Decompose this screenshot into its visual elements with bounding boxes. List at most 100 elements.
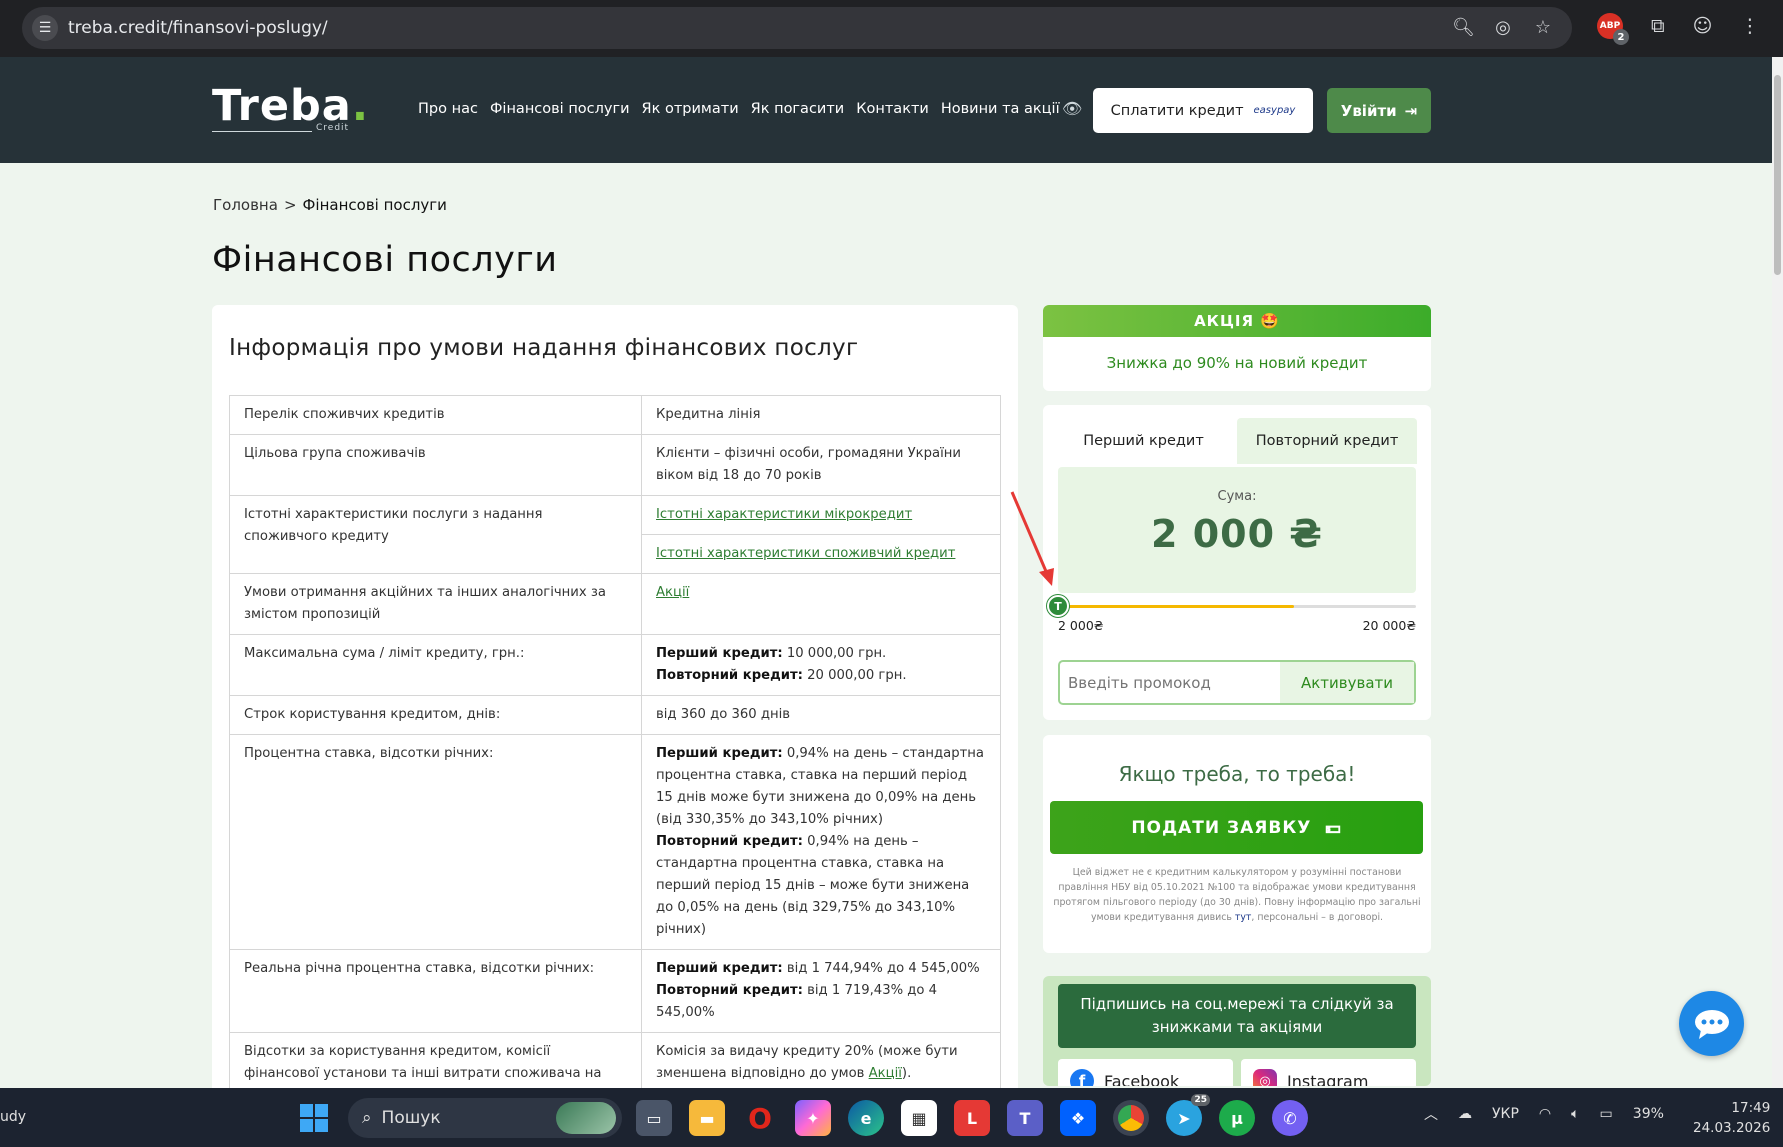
table-row: Істотні характеристики послуги з надання… [229,495,1001,574]
breadcrumb: Головна > Фінансові послуги [213,196,447,214]
logo-underline [212,131,312,132]
facebook-button[interactable]: f Facebook [1058,1059,1233,1086]
edge-icon[interactable]: e [848,1100,884,1136]
nav-financial-services[interactable]: Фінансові послуги [490,101,630,117]
app-l-icon[interactable]: L [954,1100,990,1136]
promotions-link[interactable]: Акції [656,585,689,600]
telegram-badge: 25 [1191,1094,1210,1106]
search-highlight-image [556,1102,616,1134]
activate-promocode-button[interactable]: Активувати [1280,662,1414,703]
login-button[interactable]: Увійти ⇥ [1327,88,1431,133]
telegram-icon[interactable]: ➤ 25 [1166,1094,1210,1136]
taskbar-weather-text[interactable]: udy [0,1109,26,1125]
taskbar-search[interactable]: ⌕ Пошук [348,1098,622,1138]
nav-how-to-repay[interactable]: Як погасити [751,101,845,117]
task-view-icon[interactable]: ▭ [636,1100,672,1136]
utorrent-icon[interactable]: µ [1219,1100,1255,1136]
promo-text: Знижка до 90% на новий кредит [1106,354,1368,372]
cash-icon: 💵︎ [1325,817,1342,838]
amount-display: Сума: 2 000 ₴ [1058,467,1416,593]
logo-subtitle: Credit [316,123,350,133]
extensions-puzzle-icon[interactable]: ⧉ [1651,15,1665,37]
consumer-credit-characteristics-link[interactable]: Істотні характеристики споживчий кредит [656,546,955,561]
menu-kebab-icon[interactable]: ⋮ [1740,15,1759,37]
social-heading: Підпишись на соц.мережі та слідкуй за зн… [1058,984,1416,1048]
table-row: Реальна річна процентна ставка, відсотки… [229,949,1001,1033]
opera-icon[interactable]: O [742,1100,778,1136]
accessibility-eye-icon[interactable]: 👁︎ [1062,99,1082,118]
commission-promotions-link[interactable]: Акції [869,1066,902,1081]
page-title: Фінансові послуги [212,240,558,280]
table-row: Процентна ставка, відсотки річних: Перши… [229,734,1001,950]
slider-min-label: 2 000₴ [1058,618,1104,633]
file-explorer-icon[interactable]: ▬ [689,1100,725,1136]
scroll-thumb[interactable] [1774,75,1781,275]
slogan: Якщо треба, то треба! [1118,762,1356,786]
windows-taskbar: udy ⌕ Пошук ▭ ▬ O ✦ e ▦ L T ❖ ➤ 25 µ ✆ ︿ … [0,1088,1783,1147]
amount-slider[interactable]: T [1047,595,1416,617]
instagram-icon: ◎ [1253,1069,1277,1086]
microsoft-store-icon[interactable]: ▦ [901,1100,937,1136]
info-title: Інформація про умови надання фінансових … [229,335,859,361]
table-row: Строк користування кредитом, днів: від 3… [229,695,1001,735]
url-text[interactable]: treba.credit/finansovi-poslugy/ [68,18,328,38]
info-card: Інформація про умови надання фінансових … [212,305,1018,1147]
nav-news[interactable]: Новини та акції [941,101,1060,117]
copilot-icon[interactable]: ✦ [795,1100,831,1136]
promocode-input[interactable] [1060,662,1280,703]
amount-value: 2 000 ₴ [1151,512,1323,556]
easypay-logo: easypay [1253,105,1296,116]
nav-contacts[interactable]: Контакти [856,101,929,117]
page-scrollbar[interactable] [1772,57,1783,1088]
promo-card: АКЦІЯ 🤩 Знижка до 90% на новий кредит [1043,305,1431,391]
microcredit-characteristics-link[interactable]: Істотні характеристики мікрокредит [656,507,912,522]
apply-button[interactable]: ПОДАТИ ЗАЯВКУ 💵︎ [1050,801,1423,854]
chat-widget-button[interactable] [1679,991,1744,1056]
annotation-arrow-icon [1010,491,1054,586]
table-row: Умови отримання акційних та інших аналог… [229,573,1001,635]
taskbar-clock[interactable]: 17:49 24.03.2026 [1693,1098,1770,1138]
star-icon[interactable]: ☆ [1532,17,1554,38]
dropbox-icon[interactable]: ❖ [1060,1100,1096,1136]
apply-card: Якщо треба, то треба! ПОДАТИ ЗАЯВКУ 💵︎ Ц… [1043,735,1431,953]
teams-icon[interactable]: T [1007,1100,1043,1136]
breadcrumb-home[interactable]: Головна [213,196,278,214]
facebook-icon: f [1070,1069,1094,1086]
battery-icon[interactable]: ▭ [1600,1106,1613,1122]
search-icon: ⌕ [362,1108,372,1128]
windows-start-icon[interactable] [300,1104,328,1132]
tray-chevron-icon[interactable]: ︿ [1424,1104,1438,1124]
profile-icon[interactable]: ☺ [1693,15,1713,37]
social-card: Підпишись на соц.мережі та слідкуй за зн… [1043,976,1431,1086]
table-row: Максимальна сума / ліміт кредиту, грн.: … [229,634,1001,696]
viber-icon[interactable]: ✆ [1272,1100,1308,1136]
main-nav: Про нас Фінансові послуги Як отримати Як… [418,101,1060,117]
site-info-icon[interactable]: ☰ [32,15,58,41]
eye-off-icon[interactable]: ◎ [1492,17,1514,38]
breadcrumb-current: Фінансові послуги [302,196,447,214]
wifi-icon[interactable]: ◠ [1539,1106,1551,1122]
zoom-icon[interactable]: 🔍︎ [1452,17,1475,38]
volume-icon[interactable]: 🔈︎ [1571,1106,1579,1122]
instagram-button[interactable]: ◎ Instagram [1241,1059,1416,1086]
chrome-icon[interactable] [1113,1100,1149,1136]
nav-how-to-get[interactable]: Як отримати [642,101,739,117]
slider-thumb[interactable]: T [1047,595,1069,617]
disclaimer-link[interactable]: тут [1235,912,1251,923]
slider-max-label: 20 000₴ [1362,618,1416,633]
tab-repeat-credit[interactable]: Повторний кредит [1237,418,1417,464]
adblock-extension-icon[interactable]: ABP 2 [1597,13,1629,45]
tab-first-credit[interactable]: Перший кредит [1056,418,1231,464]
nav-about[interactable]: Про нас [418,101,478,117]
promo-heading: АКЦІЯ 🤩 [1043,305,1431,337]
slider-fill [1058,605,1294,608]
pay-credit-button[interactable]: Сплатити кредит easypay [1093,88,1313,133]
table-row: Перелік споживчих кредитів Кредитна ліні… [229,395,1001,435]
extension-count-badge: 2 [1613,29,1629,45]
promocode-row: Активувати [1058,660,1416,705]
onedrive-icon[interactable]: ☁ [1458,1106,1472,1122]
language-indicator[interactable]: УКР [1492,1106,1519,1122]
amount-label: Сума: [1217,489,1257,504]
battery-percent: 39% [1632,1106,1664,1122]
address-bar[interactable]: ☰ treba.credit/finansovi-poslugy/ 🔍︎ ◎ ☆ [22,7,1572,49]
